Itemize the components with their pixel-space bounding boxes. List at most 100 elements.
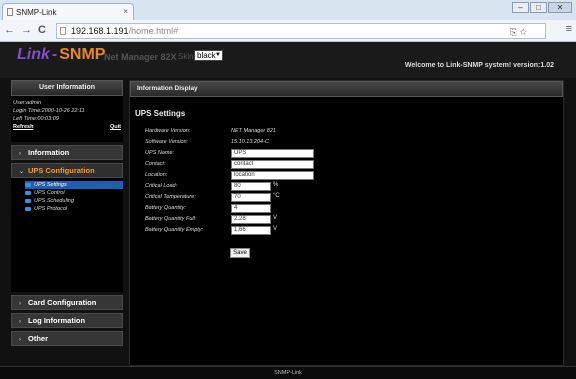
app-header: Link - SNMP Net Manager 82X Skin black ▼ W… <box>0 42 576 78</box>
contact-input[interactable]: contact <box>231 160 314 169</box>
battery-quantity-input[interactable]: 4 <box>231 204 271 213</box>
chevron-right-icon: › <box>19 319 21 325</box>
browser-tab[interactable]: SNMP-Link × <box>2 3 134 20</box>
address-bar[interactable]: 192.168.1.191/home.html# ⎘ ☆ <box>56 23 546 39</box>
menu-information[interactable]: › Information <box>11 145 123 160</box>
chevron-right-icon: › <box>19 337 21 343</box>
menu-ups-configuration[interactable]: ⌄ UPS Configuration <box>11 163 123 178</box>
battery-full-label: Battery Quantity Full: <box>145 216 197 222</box>
welcome-text: Welcome to Link-SNMP system! version:1.0… <box>404 62 554 69</box>
menu-card-configuration-label: Card Configuration <box>28 298 97 307</box>
folder-icon <box>25 191 31 195</box>
location-input[interactable]: location <box>231 171 314 180</box>
user-info: User:admin Login Time:2000-10-26 22:11 L… <box>11 96 123 142</box>
left-time: Left Time:00:03:09 <box>13 116 59 122</box>
menu-information-label: Information <box>28 148 70 157</box>
hardware-version-value: NET Manager 821 <box>231 128 276 134</box>
critical-load-input[interactable]: 80 <box>231 182 271 191</box>
location-row: Location: location <box>145 171 345 181</box>
sidebar-item-ups-control[interactable]: UPS Control <box>25 189 118 197</box>
critical-load-label: Critical Load: <box>145 183 178 189</box>
menu-icon[interactable]: ≡ <box>566 23 572 35</box>
maximize-icon[interactable]: □ <box>530 2 547 13</box>
software-version-row: Software Version: 15.10.13.204-C <box>145 138 345 148</box>
window-controls: – □ ✕ <box>512 2 572 13</box>
menu-other[interactable]: › Other <box>11 331 123 346</box>
folder-icon <box>25 183 31 187</box>
hardware-version-row: Hardware Version: NET Manager 821 <box>145 127 345 137</box>
folder-icon <box>25 199 31 203</box>
battery-full-input[interactable]: 2.28 <box>231 215 271 224</box>
sidebar-item-label: UPS Protocol <box>34 206 68 212</box>
sidebar-item-ups-settings[interactable]: UPS Settings <box>25 181 123 189</box>
battery-empty-input[interactable]: 1.66 <box>231 226 271 235</box>
bookmark-star-icon[interactable]: ⎘ ☆ <box>510 27 527 38</box>
menu-card-configuration[interactable]: › Card Configuration <box>11 295 123 310</box>
menu-log-information[interactable]: › Log Information <box>11 313 123 328</box>
critical-temperature-row: Critical Temperature: 70 °C <box>145 193 345 203</box>
location-label: Location: <box>145 172 168 178</box>
page-icon <box>7 8 13 16</box>
nav-bar: ← → C 192.168.1.191/home.html# ⎘ ☆ ≡ <box>0 20 576 42</box>
ups-submenu: UPS Settings UPS Control UPS Scheduling … <box>11 178 123 292</box>
chevron-down-icon: ▼ <box>215 52 221 58</box>
save-button[interactable]: Save <box>230 248 250 258</box>
hardware-version-label: Hardware Version: <box>145 128 191 134</box>
contact-row: Contact: contact <box>145 160 345 170</box>
battery-empty-label: Battery Quantity Empty: <box>145 227 204 233</box>
page-title: UPS Settings <box>135 109 186 118</box>
minimize-icon[interactable]: – <box>512 2 529 13</box>
menu-log-information-label: Log Information <box>28 316 86 325</box>
chevron-down-icon: ⌄ <box>19 169 25 175</box>
user-panel-title: User Information <box>11 80 123 96</box>
battery-empty-row: Battery Quantity Empty: 1.66 V <box>145 226 345 236</box>
critical-temperature-label: Critical Temperature: <box>145 194 196 200</box>
ups-name-row: UPS Name: UPS <box>145 149 345 159</box>
skin-select-value: black <box>197 51 216 60</box>
main-content: Information Display UPS Settings Hardwar… <box>129 80 564 366</box>
chevron-right-icon: › <box>19 151 21 157</box>
close-window-icon[interactable]: ✕ <box>548 2 572 13</box>
user-name: User:admin <box>13 100 42 106</box>
critical-load-row: Critical Load: 80 % <box>145 182 345 192</box>
footer: SNMP-Link <box>0 366 576 379</box>
logo: Link - SNMP <box>17 46 105 64</box>
refresh-link[interactable]: Refresh <box>13 123 33 131</box>
critical-load-unit: % <box>273 182 279 188</box>
contact-label: Contact: <box>145 161 166 167</box>
critical-temperature-unit: °C <box>273 193 280 199</box>
url-path: /home.html# <box>128 26 179 36</box>
quit-link[interactable]: Quit <box>110 123 121 131</box>
menu-ups-configuration-label: UPS Configuration <box>28 166 95 175</box>
sidebar-item-label: UPS Control <box>34 190 65 196</box>
sidebar-item-ups-protocol[interactable]: UPS Protocol <box>25 205 118 213</box>
battery-full-row: Battery Quantity Full: 2.28 V <box>145 215 345 225</box>
ups-name-input[interactable]: UPS <box>231 149 314 158</box>
sidebar-item-ups-scheduling[interactable]: UPS Scheduling <box>25 197 118 205</box>
login-time: Login Time:2000-10-26 22:11 <box>13 108 85 114</box>
sidebar-item-label: UPS Scheduling <box>34 198 75 204</box>
software-version-label: Software Version: <box>145 139 189 145</box>
tab-title: SNMP-Link <box>16 8 57 17</box>
product-name: Net Manager 82X <box>104 52 177 62</box>
logo-snmp-text: SNMP <box>59 46 106 63</box>
battery-empty-unit: V <box>273 226 278 232</box>
logo-link-text: Link <box>17 46 50 63</box>
logo-dash: - <box>51 46 58 63</box>
software-version-value: 15.10.13.204-C <box>231 139 269 145</box>
back-icon[interactable]: ← <box>4 24 15 36</box>
folder-icon <box>25 207 31 211</box>
skin-label: Skin <box>178 52 194 61</box>
skin-select[interactable]: black ▼ <box>194 50 223 61</box>
critical-temperature-input[interactable]: 70 <box>231 193 271 202</box>
chevron-right-icon: › <box>19 301 21 307</box>
content-panel-title: Information Display <box>130 81 563 97</box>
page-icon <box>60 27 66 35</box>
user-links: Refresh Quit <box>13 123 121 131</box>
sidebar: User Information User:admin Login Time:2… <box>11 80 123 366</box>
sidebar-item-label: UPS Settings <box>34 182 67 188</box>
tab-close-icon[interactable]: × <box>123 7 128 16</box>
battery-quantity-row: Battery Quantity: 4 <box>145 204 345 214</box>
forward-icon[interactable]: → <box>21 24 32 36</box>
reload-icon[interactable]: C <box>38 24 46 36</box>
